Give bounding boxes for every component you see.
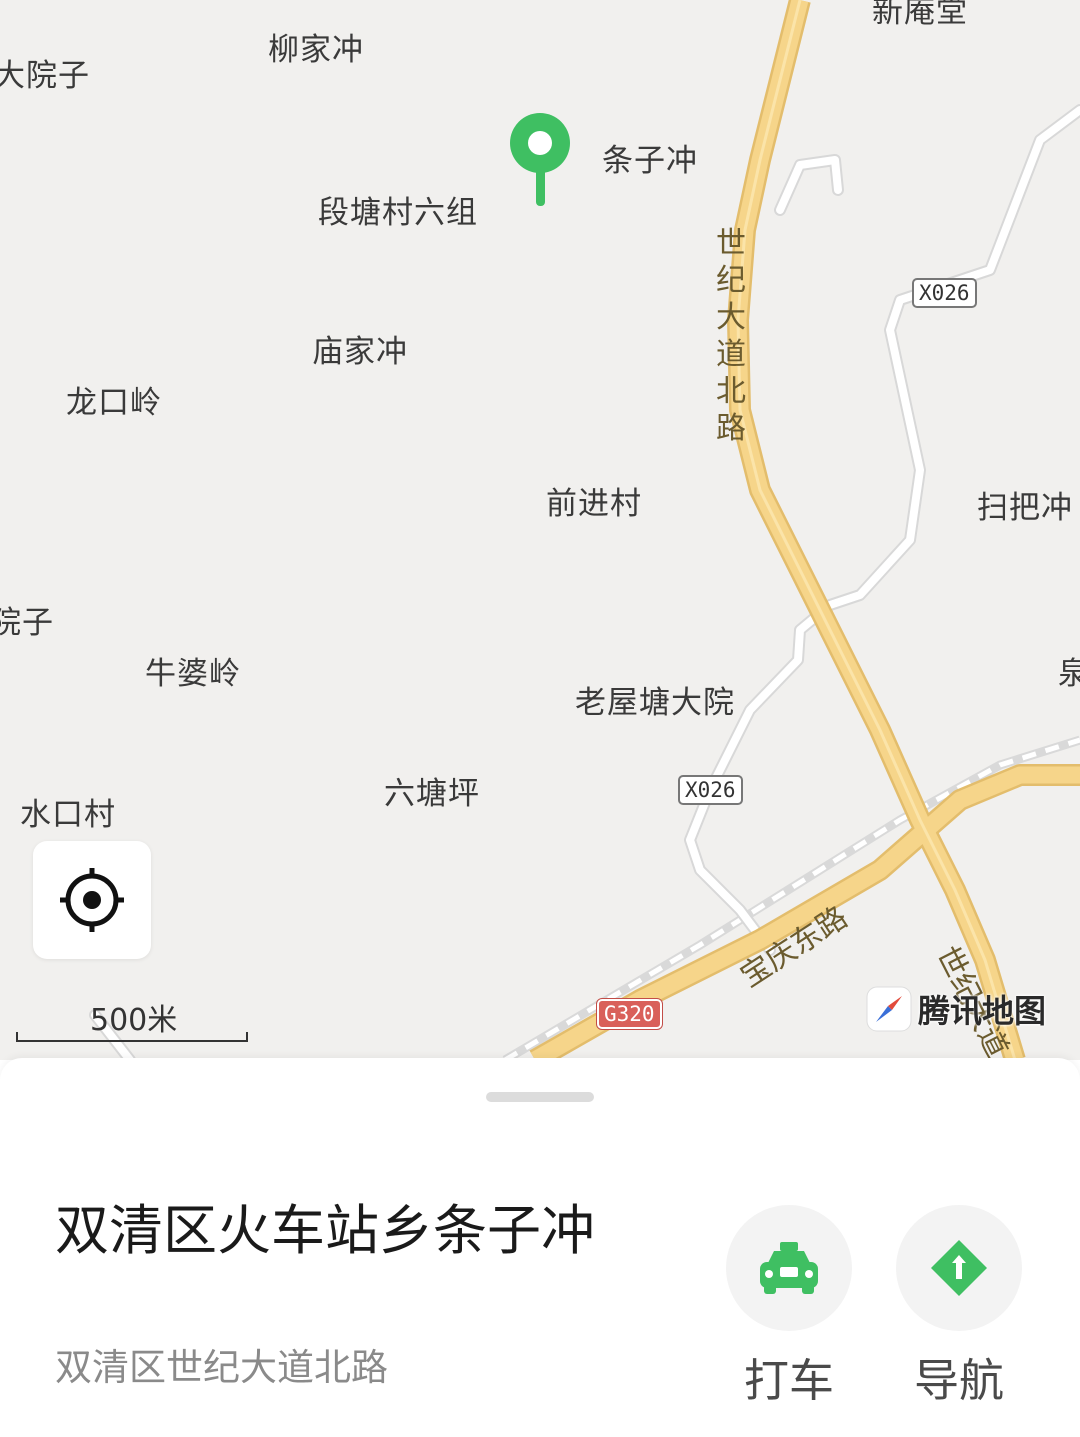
place-label[interactable]: 水口村 — [20, 789, 116, 834]
taxi-label[interactable]: 打车 — [726, 1344, 852, 1409]
sheet-drag-handle[interactable] — [486, 1092, 594, 1102]
crosshair-icon — [60, 868, 124, 932]
place-label[interactable]: 新庵堂 — [872, 0, 968, 31]
place-label[interactable]: 扫把冲 — [977, 482, 1073, 527]
compass-icon — [866, 986, 912, 1032]
place-label[interactable]: 院子 — [0, 597, 54, 642]
brand-logo: 腾讯地图 — [866, 985, 1046, 1033]
place-title: 双清区火车站乡条子冲 — [55, 1199, 595, 1262]
place-label[interactable]: 段塘村六组 — [318, 187, 478, 232]
place-label[interactable]: 六塘坪 — [384, 768, 480, 813]
map-view[interactable]: 新庵堂 柳家冲 大院子 条子冲 段塘村六组 庙家冲 龙口岭 前进村 扫把冲 院子… — [0, 0, 1080, 1060]
navigation-icon — [931, 1240, 987, 1296]
place-label[interactable]: 龙口岭 — [66, 377, 162, 422]
location-pin-icon — [510, 113, 570, 206]
place-label[interactable]: 庙家冲 — [312, 326, 408, 371]
place-label[interactable]: 老屋塘大院 — [575, 677, 735, 722]
place-label[interactable]: 泉 — [1058, 648, 1080, 693]
place-address: 双清区世纪大道北路 — [55, 1346, 388, 1389]
road-label-shiji-north: 世纪大道北路 — [716, 226, 746, 446]
place-label[interactable]: 牛婆岭 — [145, 648, 241, 693]
navigation-label[interactable]: 导航 — [896, 1344, 1022, 1409]
locate-me-button[interactable] — [33, 841, 151, 959]
place-label[interactable]: 条子冲 — [602, 135, 698, 180]
place-label[interactable]: 前进村 — [546, 478, 642, 523]
road-shield-x026: X026 — [678, 775, 743, 805]
road-network — [89, 0, 1080, 1060]
scale-bar — [16, 1032, 248, 1042]
place-label[interactable]: 柳家冲 — [268, 24, 364, 69]
taxi-icon — [760, 1242, 818, 1294]
navigation-button[interactable] — [896, 1205, 1022, 1331]
road-shield-g320: G320 — [597, 999, 662, 1029]
place-label[interactable]: 大院子 — [0, 50, 90, 95]
brand-name: 腾讯地图 — [918, 992, 1047, 1030]
taxi-button[interactable] — [726, 1205, 852, 1331]
road-shield-x026: X026 — [912, 278, 977, 308]
